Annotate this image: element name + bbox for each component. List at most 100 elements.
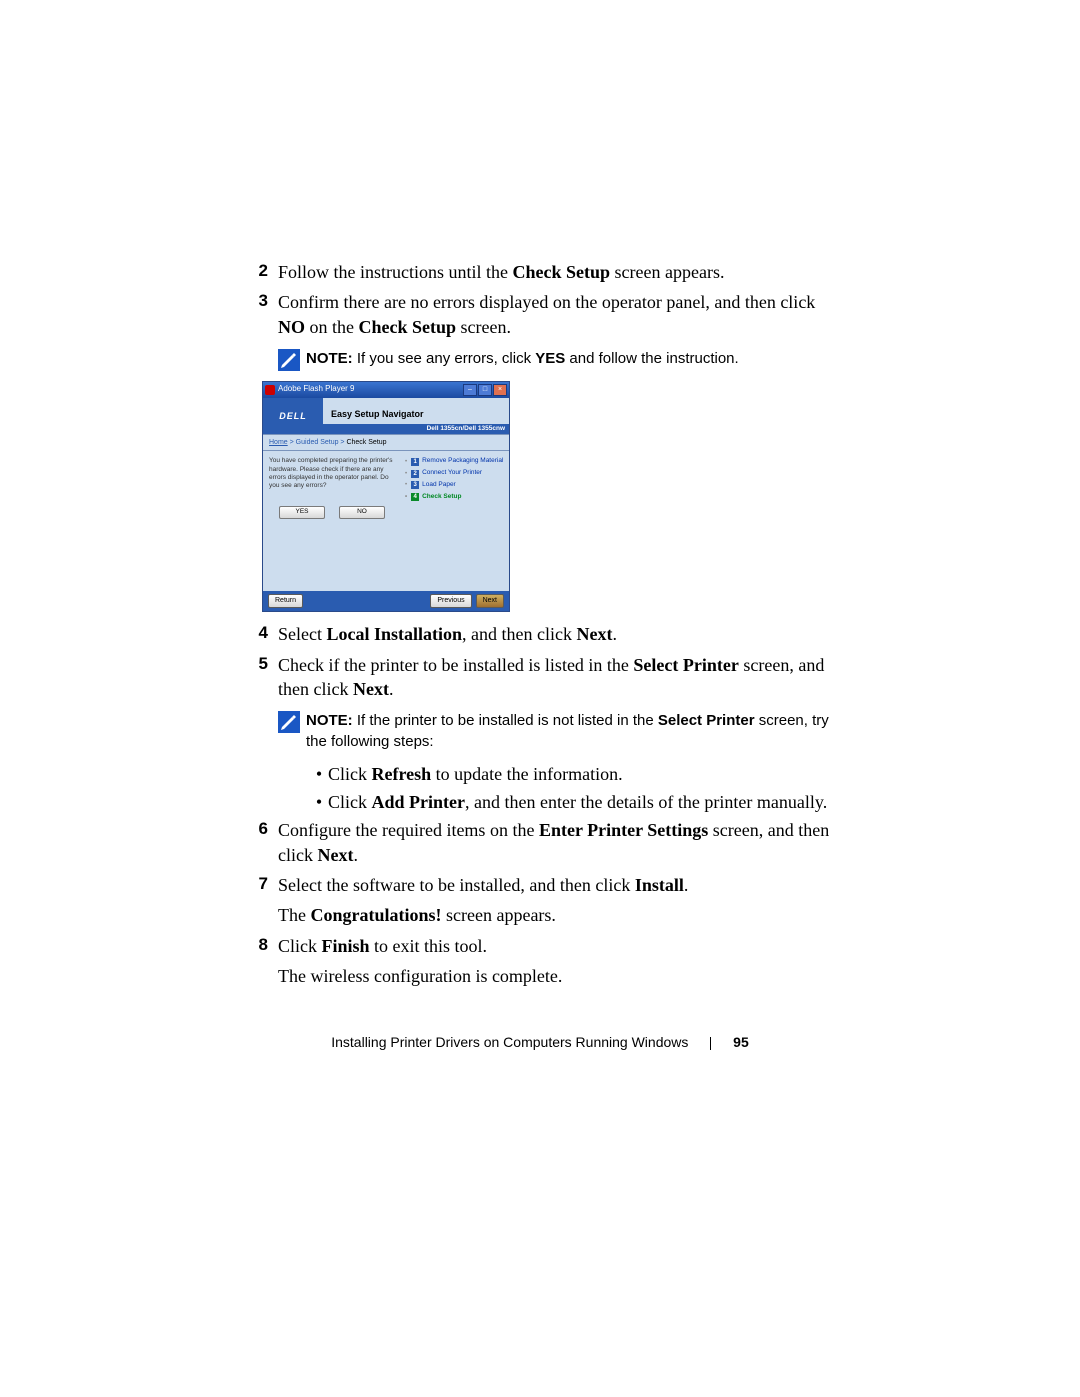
window-titlebar: Adobe Flash Player 9 – □ ×	[263, 382, 509, 398]
step-number: 4	[240, 622, 278, 646]
no-button[interactable]: NO	[339, 506, 385, 519]
bold: Enter Printer Settings	[539, 820, 708, 840]
footer-text: Installing Printer Drivers on Computers …	[331, 1034, 688, 1050]
step-8: 8 Click Finish to exit this tool. The wi…	[240, 934, 840, 989]
yes-button[interactable]: YES	[279, 506, 325, 519]
step-number: 7	[240, 873, 278, 928]
step-body: Click Finish to exit this tool. The wire…	[278, 934, 840, 989]
text: Follow the instructions until the	[278, 262, 513, 282]
bullet-list: • Click Refresh to update the informatio…	[310, 762, 840, 815]
text: If you see any errors, click	[353, 350, 536, 367]
step-4: 4 Select Local Installation, and then cl…	[240, 622, 840, 646]
text: , and then click	[462, 624, 576, 644]
window-title: Adobe Flash Player 9	[278, 384, 463, 395]
bold: Check Setup	[359, 317, 457, 337]
pencil-note-icon	[278, 711, 300, 733]
text: screen appears.	[610, 262, 724, 282]
text: screen.	[456, 317, 511, 337]
previous-button[interactable]: Previous	[430, 594, 471, 608]
note-label: NOTE:	[306, 350, 353, 367]
text: and follow the instruction.	[565, 350, 738, 367]
side-item-connect-printer[interactable]: •2Connect Your Printer	[405, 469, 505, 478]
step-body: Check if the printer to be installed is …	[278, 653, 840, 702]
product-strip: Dell 1355cn/Dell 1355cnw	[323, 424, 509, 434]
text: .	[684, 875, 689, 895]
minimize-button[interactable]: –	[463, 384, 477, 396]
right-pane: •1Remove Packaging Material •2Connect Yo…	[401, 451, 509, 591]
side-item-label: Check Setup	[422, 493, 461, 502]
step-7: 7 Select the software to be installed, a…	[240, 873, 840, 928]
side-item-check-setup[interactable]: •4Check Setup	[405, 493, 505, 502]
bold: Congratulations!	[310, 905, 441, 925]
side-item-label: Remove Packaging Material	[422, 457, 503, 466]
bullet-body: Click Add Printer, and then enter the de…	[328, 790, 840, 814]
text: Select	[278, 624, 326, 644]
main-row: You have completed preparing the printer…	[263, 451, 509, 591]
bullet-dot: •	[310, 762, 328, 786]
step-number: 3	[240, 290, 278, 339]
text: If the printer to be installed is not li…	[353, 712, 658, 729]
step-body: Follow the instructions until the Check …	[278, 260, 840, 284]
bold: Local Installation	[326, 624, 462, 644]
next-button[interactable]: Next	[476, 594, 504, 608]
text: .	[389, 679, 394, 699]
crumb-sep: >	[288, 439, 296, 446]
step-number: 5	[240, 653, 278, 702]
bold: Next	[317, 845, 353, 865]
num-badge: 4	[411, 493, 419, 501]
step-body: Configure the required items on the Ente…	[278, 818, 840, 867]
bullet-refresh: • Click Refresh to update the informatio…	[310, 762, 840, 786]
text: .	[353, 845, 358, 865]
crumb-guided[interactable]: Guided Setup	[296, 439, 339, 446]
maximize-button[interactable]: □	[478, 384, 492, 396]
bold: Add Printer	[372, 792, 466, 812]
num-badge: 1	[411, 458, 419, 466]
text: Click	[278, 936, 322, 956]
bold: NO	[278, 317, 305, 337]
nav-cell: Easy Setup Navigator Dell 1355cn/Dell 13…	[323, 398, 509, 434]
side-item-label: Connect Your Printer	[422, 469, 482, 478]
crumb-home[interactable]: Home	[269, 439, 288, 446]
close-button[interactable]: ×	[493, 384, 507, 396]
bold: Install	[635, 875, 684, 895]
text: Click	[328, 792, 372, 812]
flash-icon	[265, 385, 275, 395]
prep-text: You have completed preparing the printer…	[269, 457, 395, 490]
bold: YES	[535, 350, 565, 367]
text: screen appears.	[442, 905, 556, 925]
text: Confirm there are no errors displayed on…	[278, 292, 815, 312]
return-button[interactable]: Return	[268, 594, 303, 608]
side-item-load-paper[interactable]: •3Load Paper	[405, 481, 505, 490]
note-label: NOTE:	[306, 712, 353, 729]
page-footer: Installing Printer Drivers on Computers …	[0, 1033, 1080, 1052]
bold: Select Printer	[658, 712, 755, 729]
step-body: Select the software to be installed, and…	[278, 873, 840, 928]
step-number: 8	[240, 934, 278, 989]
manual-page: 2 Follow the instructions until the Chec…	[0, 0, 1080, 1397]
step-number: 2	[240, 260, 278, 284]
step-3: 3 Confirm there are no errors displayed …	[240, 290, 840, 339]
bullet-dot: •	[310, 790, 328, 814]
side-item-remove-packaging[interactable]: •1Remove Packaging Material	[405, 457, 505, 466]
step-6: 6 Configure the required items on the En…	[240, 818, 840, 867]
text: The wireless configuration is complete.	[278, 966, 562, 986]
header: DELL Easy Setup Navigator Dell 1355cn/De…	[263, 398, 509, 435]
note-text: NOTE: If the printer to be installed is …	[306, 711, 840, 752]
text: Click	[328, 764, 372, 784]
text: Select the software to be installed, and…	[278, 875, 635, 895]
page-number: 95	[733, 1034, 749, 1050]
crumb-check-setup: Check Setup	[346, 439, 386, 446]
bold: Refresh	[372, 764, 432, 784]
breadcrumb: Home > Guided Setup > Check Setup	[263, 435, 509, 451]
bold: Check Setup	[513, 262, 611, 282]
text: Configure the required items on the	[278, 820, 539, 840]
step-number: 6	[240, 818, 278, 867]
step-2: 2 Follow the instructions until the Chec…	[240, 260, 840, 284]
footer-separator	[710, 1037, 711, 1050]
text: to update the information.	[431, 764, 622, 784]
side-item-label: Load Paper	[422, 481, 456, 490]
bold: Select Printer	[633, 655, 738, 675]
text: , and then enter the details of the prin…	[465, 792, 827, 812]
step-body: Confirm there are no errors displayed on…	[278, 290, 840, 339]
bullet-add-printer: • Click Add Printer, and then enter the …	[310, 790, 840, 814]
